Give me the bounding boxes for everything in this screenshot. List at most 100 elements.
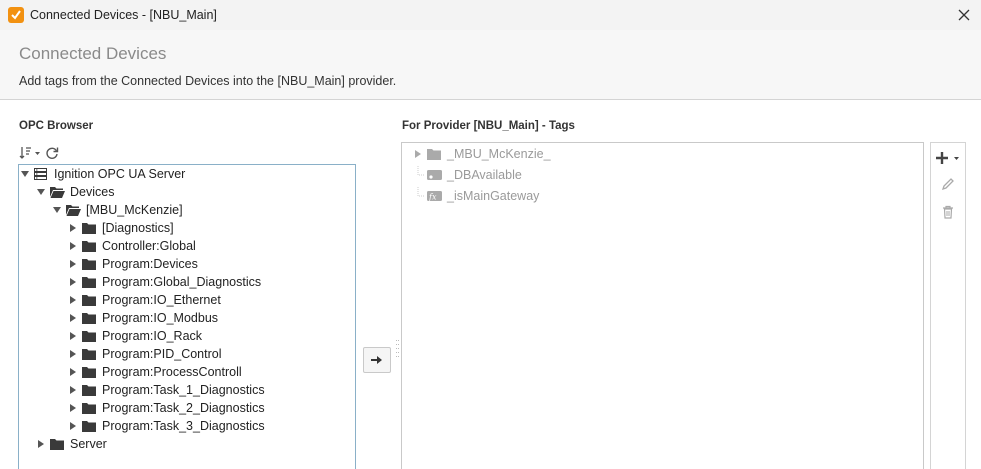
expand-caret-icon[interactable] [412,148,424,160]
expand-caret-icon[interactable] [67,384,79,396]
provider-tag-item[interactable]: _DBAvailable [412,166,522,184]
arrow-right-icon [371,356,382,364]
server-icon [34,167,50,181]
opc-tree-item-label: Server [70,437,107,451]
collapse-caret-icon[interactable] [19,168,31,180]
expand-caret-icon[interactable] [67,420,79,432]
opc-tree-item-label: Program:Devices [102,257,198,271]
expand-caret-icon[interactable] [67,294,79,306]
opc-tree-item-label: Devices [70,185,115,199]
delete-tag-button[interactable] [931,201,965,223]
refresh-icon [46,147,59,159]
svg-text:fx: fx [428,193,437,202]
dialog-header: Connected Devices Add tags from the Conn… [0,30,981,100]
tags-side-toolbar [930,142,966,469]
collapse-caret-icon[interactable] [35,186,47,198]
tree-connector [412,187,424,202]
opc-tree-item-label: Program:IO_Rack [102,329,203,343]
add-selected-tags-button[interactable] [363,347,391,373]
expand-caret-icon[interactable] [67,258,79,270]
folder-icon [427,147,443,161]
expand-caret-icon[interactable] [67,240,79,252]
expand-caret-icon[interactable] [67,402,79,414]
opc-browser-tree[interactable]: Ignition OPC UA Server Devices [MBU_McKenz… [18,164,356,469]
opc-tree-item[interactable]: Program:Task_3_Diagnostics [67,417,265,435]
tag-icon [427,168,443,182]
opc-tree-item[interactable]: Program:Task_1_Diagnostics [67,381,265,399]
expand-caret-icon[interactable] [67,366,79,378]
opc-tree-item-label: Program:Task_3_Diagnostics [102,419,265,433]
splitter-grip[interactable] [396,338,400,362]
expand-caret-icon[interactable] [67,222,79,234]
folder-icon [82,239,98,253]
folder-open-icon [66,203,82,217]
folder-icon [82,401,98,415]
folder-icon [82,293,98,307]
edit-tag-button[interactable] [931,173,965,195]
folder-icon [82,221,98,235]
opc-tree-item[interactable]: Devices [35,183,114,201]
close-button[interactable] [953,4,975,26]
window-title: Connected Devices - [NBU_Main] [30,8,217,22]
opc-tree-item[interactable]: Program:IO_Rack [67,327,202,345]
folder-icon [82,365,98,379]
opc-tree-item[interactable]: Program:IO_Ethernet [67,291,221,309]
opc-tree-item-label: Program:ProcessControll [102,365,242,379]
opc-tree-item-label: Program:PID_Control [102,347,222,361]
edit-icon [941,178,954,191]
expand-caret-icon[interactable] [35,438,47,450]
expand-caret-icon[interactable] [67,330,79,342]
dialog-description: Add tags from the Connected Devices into… [19,74,397,88]
folder-icon [82,419,98,433]
opc-tree-item[interactable]: Program:Global_Diagnostics [67,273,261,291]
provider-tag-label: _DBAvailable [447,168,522,182]
provider-tag-label: _MBU_McKenzie_ [447,147,551,161]
folder-icon [82,383,98,397]
tree-connector [412,166,424,181]
add-tag-button[interactable] [931,147,965,169]
folder-icon [50,437,66,451]
opc-tree-item[interactable]: Server [35,435,107,453]
sort-icon [19,147,40,159]
delete-icon [943,205,953,219]
dialog-title: Connected Devices [19,44,167,63]
opc-tree-item[interactable]: Program:Task_2_Diagnostics [67,399,265,417]
folder-icon [82,257,98,271]
provider-tag-item[interactable]: fx _isMainGateway [412,187,539,205]
add-icon [936,152,959,164]
opc-tree-item-label: Controller:Global [102,239,196,253]
provider-tags-tree[interactable]: _MBU_McKenzie_ _DBAvailablefx _isMainGatew… [401,142,924,469]
refresh-button[interactable] [45,144,59,162]
collapse-caret-icon[interactable] [51,204,63,216]
folder-icon [82,329,98,343]
opc-tree-item[interactable]: Controller:Global [67,237,196,255]
ignition-app-icon [8,7,24,23]
opc-tree-item[interactable]: Program:IO_Modbus [67,309,218,327]
opc-tree-item[interactable]: [MBU_McKenzie] [51,201,183,219]
expression-tag-icon: fx [427,189,443,203]
opc-tree-item-label: Program:Task_1_Diagnostics [102,383,265,397]
expand-caret-icon[interactable] [67,348,79,360]
provider-tag-item[interactable]: _MBU_McKenzie_ [412,145,551,163]
opc-tree-item[interactable]: Program:PID_Control [67,345,222,363]
window-titlebar: Connected Devices - [NBU_Main] [0,0,981,30]
opc-tree-item-label: Program:IO_Ethernet [102,293,221,307]
opc-tree-item[interactable]: [Diagnostics] [67,219,174,237]
opc-tree-item-label: [MBU_McKenzie] [86,203,183,217]
expand-caret-icon[interactable] [67,312,79,324]
opc-tree-item-label: Program:Global_Diagnostics [102,275,262,289]
opc-tree-item[interactable]: Program:Devices [67,255,198,273]
folder-icon [82,347,98,361]
folder-open-icon [50,185,66,199]
provider-tag-label: _isMainGateway [447,189,540,203]
sort-button[interactable] [19,144,41,162]
opc-tree-item-label: [Diagnostics] [102,221,174,235]
close-icon [958,9,970,21]
opc-browser-label: OPC Browser [19,120,94,132]
expand-caret-icon[interactable] [67,276,79,288]
opc-tree-item-label: Ignition OPC UA Server [54,167,186,181]
provider-tags-label: For Provider [NBU_Main] - Tags [402,120,575,132]
opc-tree-item-label: Program:Task_2_Diagnostics [102,401,265,415]
opc-tree-item[interactable]: Ignition OPC UA Server [19,165,185,183]
opc-tree-item[interactable]: Program:ProcessControll [67,363,242,381]
